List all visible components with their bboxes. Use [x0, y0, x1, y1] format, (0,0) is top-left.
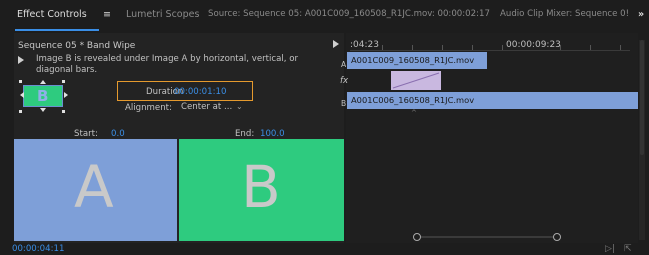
step-forward-icon[interactable]: ▷| — [605, 244, 615, 254]
preview-image-b[interactable]: B — [179, 139, 344, 241]
edge-selector-topleft-icon[interactable] — [19, 80, 22, 83]
clip-b[interactable]: A001C006_160508_R1JC.mov — [347, 92, 638, 109]
preview-image-a[interactable]: A — [14, 139, 177, 241]
effect-description: Image B is revealed under Image A by hor… — [36, 54, 299, 75]
alignment-label: Alignment: — [125, 103, 172, 113]
export-frame-icon[interactable]: ⇱ — [624, 244, 632, 254]
transition-thumbnail[interactable]: B — [23, 85, 63, 107]
tab-lumetri-scopes[interactable]: Lumetri Scopes — [126, 9, 199, 20]
tab-source[interactable]: Source: Sequence 05: A001C009_160508_R1J… — [208, 9, 490, 19]
timeline-zoom-scrollbar[interactable] — [416, 236, 556, 238]
ruler-tick — [412, 45, 413, 50]
edge-selector-left-icon[interactable] — [20, 92, 24, 98]
play-transition-icon[interactable] — [333, 40, 339, 48]
chevron-down-icon[interactable]: ⌄ — [236, 102, 243, 111]
fx-icon: fx — [340, 76, 349, 86]
expand-description-icon[interactable] — [18, 56, 24, 64]
time-ruler[interactable] — [350, 50, 630, 51]
edge-selector-bottom-icon[interactable] — [40, 108, 46, 112]
tab-audio-clip-mixer[interactable]: Audio Clip Mixer: Sequence 0! — [500, 9, 629, 19]
alignment-select[interactable]: Center at ... — [181, 102, 232, 112]
edge-selector-topright-icon[interactable] — [62, 80, 65, 83]
panel-tab-bar: Effect Controls ≡ Lumetri Scopes Source:… — [0, 0, 649, 32]
ruler-tick — [442, 45, 443, 50]
ruler-tick — [620, 45, 621, 50]
vertical-scrollbar-thumb[interactable] — [640, 40, 644, 155]
edge-selector-right-icon[interactable] — [64, 92, 68, 98]
edge-selector-top-icon[interactable] — [40, 80, 46, 84]
end-value[interactable]: 100.0 — [260, 129, 285, 139]
current-timecode[interactable]: 00:00:04:11 — [12, 244, 64, 254]
zoom-handle-left[interactable] — [413, 233, 421, 241]
clip-a[interactable]: A001C009_160508_R1JC.mov — [347, 52, 487, 69]
overflow-icon[interactable]: » — [638, 9, 644, 20]
ruler-time-start: :04:23 — [350, 40, 379, 50]
ruler-tick — [472, 45, 473, 50]
active-tab-indicator — [15, 29, 99, 31]
ruler-tick — [560, 45, 561, 50]
start-label: Start: — [74, 129, 98, 139]
thumbnail-b-letter: B — [37, 87, 49, 105]
track-b-label: B — [341, 99, 347, 108]
ruler-tick — [382, 45, 383, 50]
start-value[interactable]: 0.0 — [111, 129, 125, 139]
preview-b-letter: B — [241, 153, 281, 221]
duration-value[interactable]: 00:00:01:10 — [174, 87, 226, 97]
transition-clip[interactable] — [391, 71, 441, 90]
preview-a-letter: A — [74, 153, 114, 221]
tab-effect-controls[interactable]: Effect Controls — [17, 9, 87, 20]
ruler-time-mid: 00:00:09:23 — [506, 40, 561, 50]
transition-diagonal-icon — [392, 72, 440, 89]
ruler-tick — [502, 45, 503, 50]
end-label: End: — [235, 129, 255, 139]
track-a-label: A — [341, 60, 347, 69]
clip-a-name: A001C009_160508_R1JC.mov — [351, 55, 475, 65]
tab-menu-icon[interactable]: ≡ — [103, 9, 111, 20]
playhead-marker-icon[interactable]: ^ — [411, 109, 417, 117]
edge-selector-bottomright-icon[interactable] — [62, 110, 65, 113]
clip-b-name: A001C006_160508_R1JC.mov — [351, 95, 475, 105]
edge-selector-bottomleft-icon[interactable] — [19, 110, 22, 113]
ruler-tick — [590, 45, 591, 50]
zoom-handle-right[interactable] — [553, 233, 561, 241]
sequence-effect-title: Sequence 05 * Band Wipe — [18, 41, 136, 51]
